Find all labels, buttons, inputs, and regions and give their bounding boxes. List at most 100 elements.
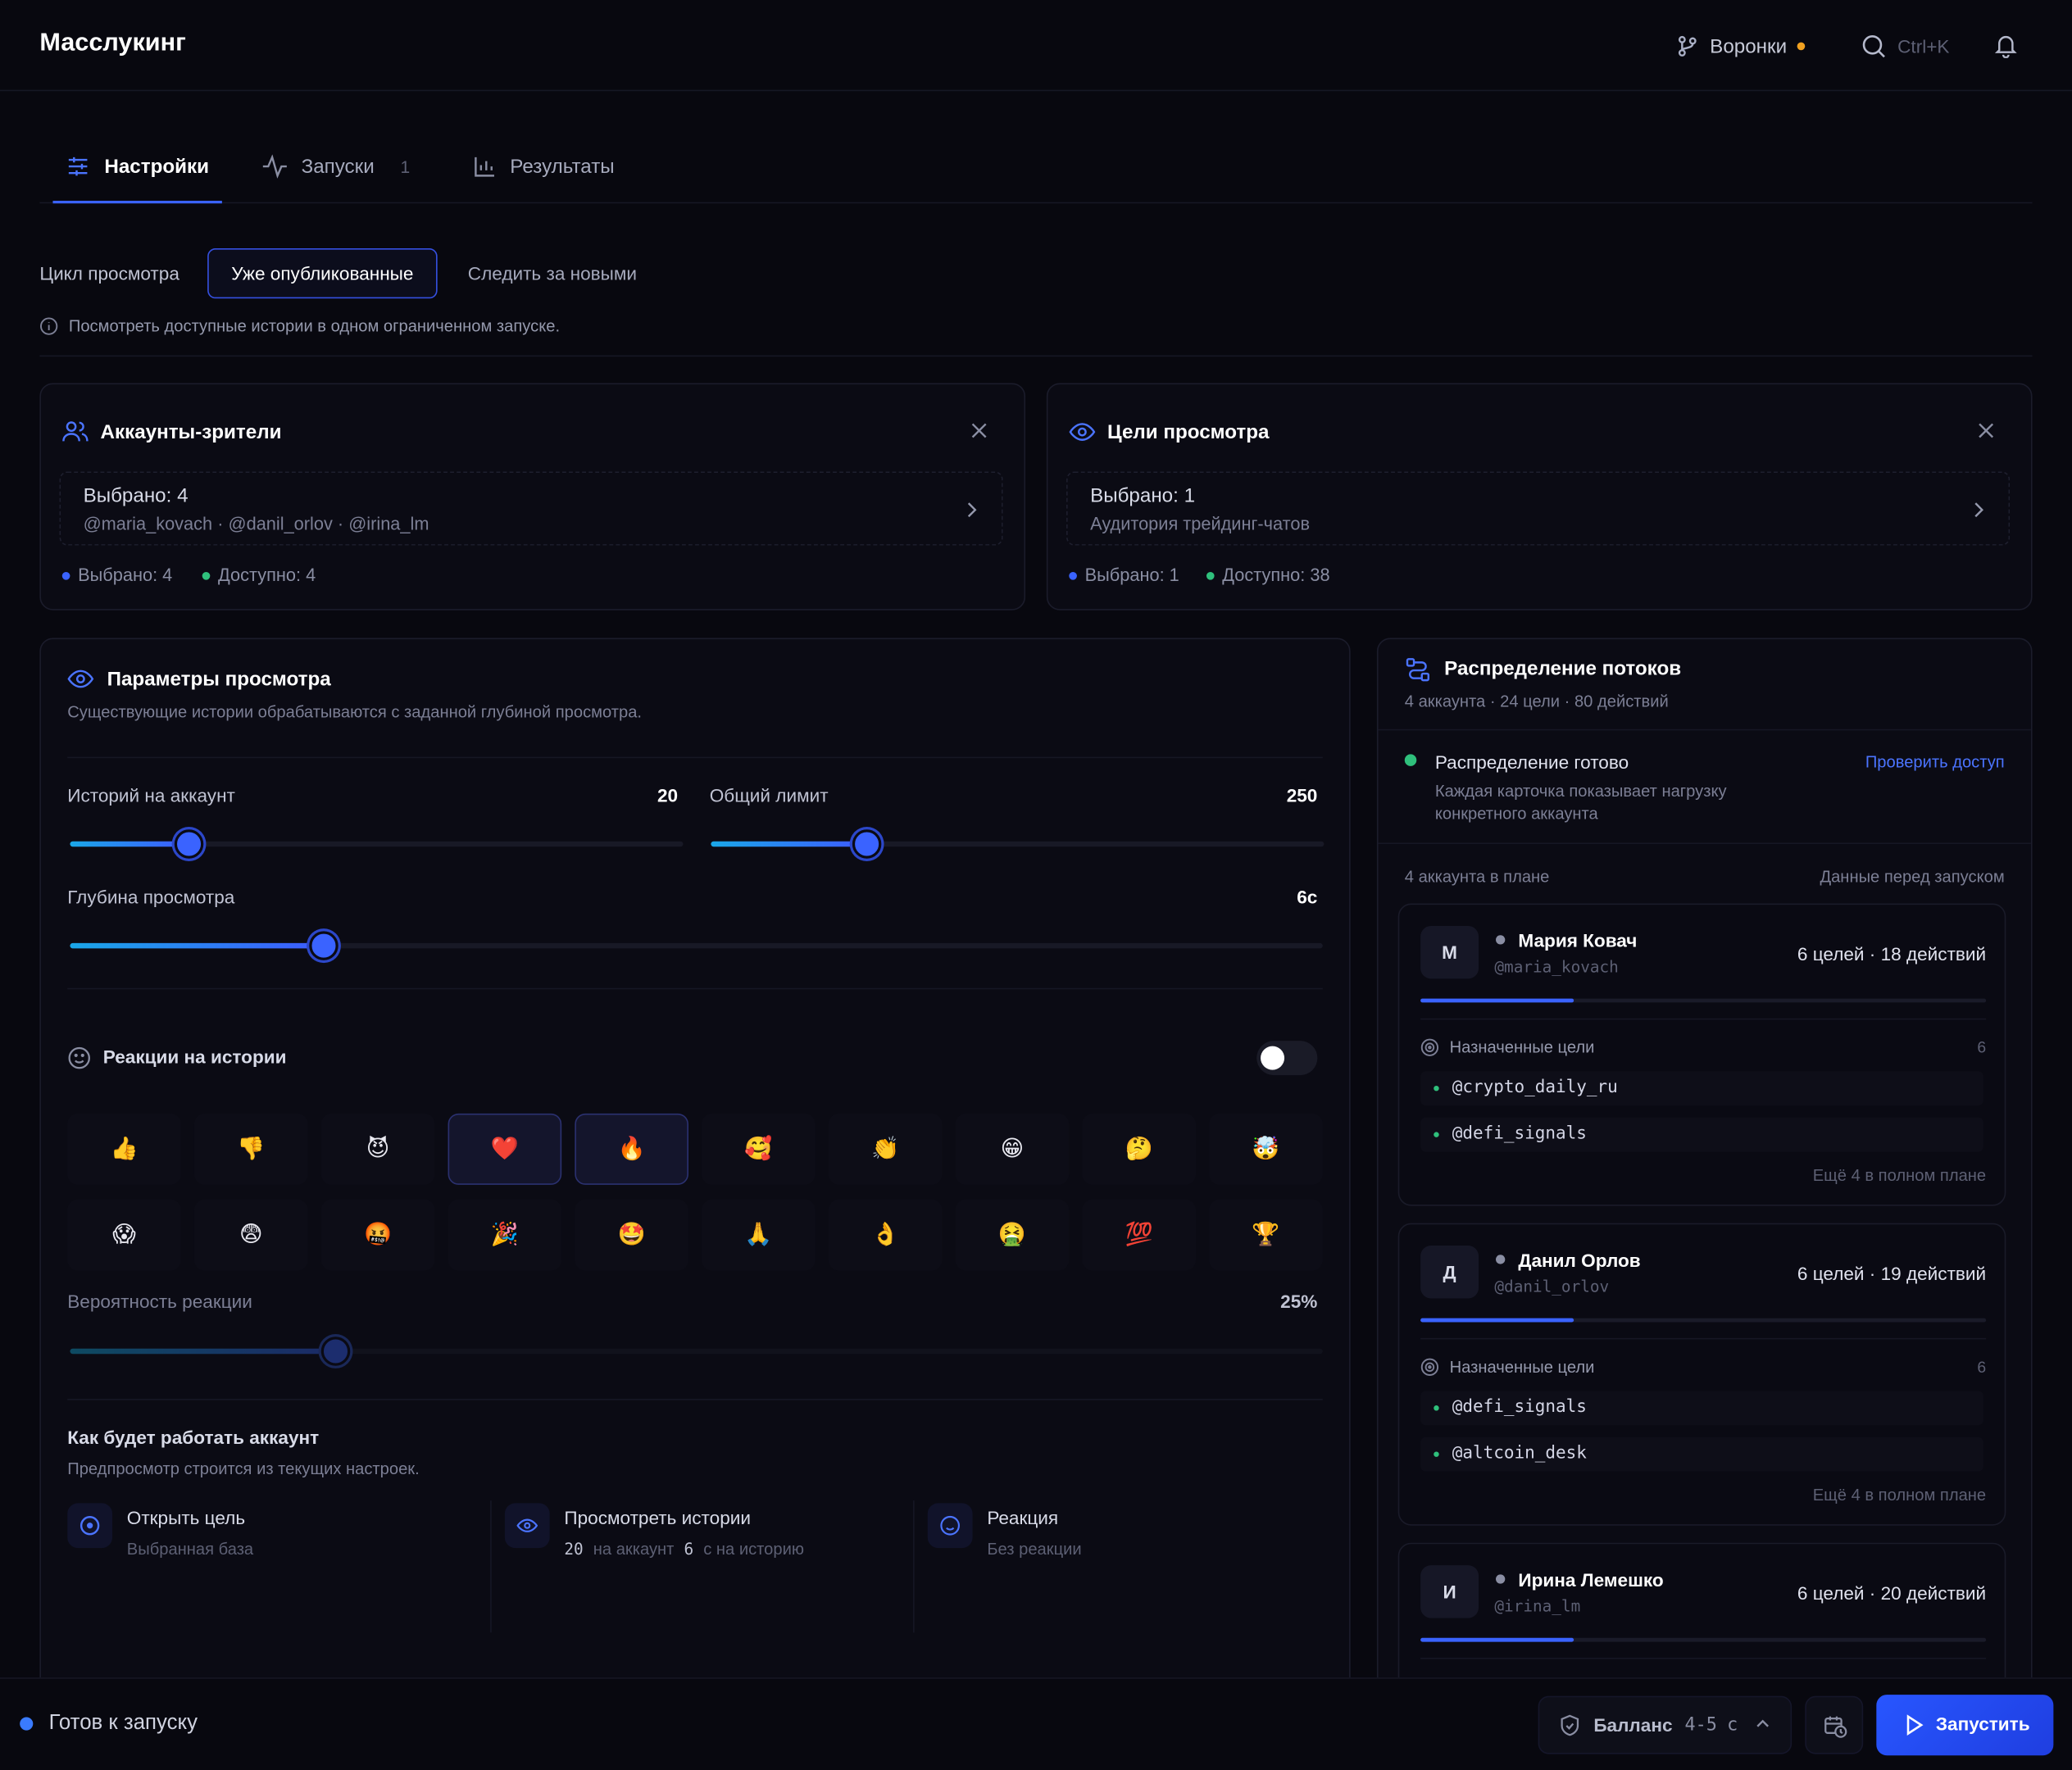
eye-icon (67, 669, 94, 690)
step-view-stories: Просмотреть истории 20 на аккаунт 6 с на… (504, 1500, 902, 1632)
target-icon (67, 1503, 113, 1549)
target-icon (1420, 1038, 1439, 1057)
preview-title: Как будет работать аккаунт (67, 1426, 320, 1448)
divider (1420, 1657, 1987, 1659)
emoji-option[interactable]: 🎉 (448, 1199, 562, 1271)
probability-value: 25% (1280, 1290, 1318, 1312)
tab-settings[interactable]: Настройки (52, 151, 222, 204)
distribution-title: Распределение потоков (1444, 657, 1682, 681)
avatar: И (1420, 1565, 1479, 1618)
emoji-glyph: 🔥 (617, 1136, 646, 1163)
step-detail: 20 на аккаунт 6 с на историю (564, 1540, 804, 1559)
params-panel: Параметры просмотра Существующие истории… (39, 638, 1351, 1695)
viewers-selector[interactable]: Выбрано: 4 @maria_kovach · @danil_orlov … (59, 471, 1003, 546)
slider-thumb[interactable] (320, 1337, 351, 1366)
emoji-option[interactable]: 🏆 (1209, 1199, 1323, 1271)
stories-per-account-slider[interactable] (70, 829, 684, 859)
cycle-label: Цикл просмотра (39, 262, 179, 284)
emoji-option[interactable]: 🤩 (575, 1199, 688, 1271)
emoji-option[interactable]: 👍 (67, 1113, 181, 1185)
footer-status: Готов к запуску (48, 1712, 198, 1735)
emoji-option[interactable]: 💯 (1082, 1199, 1197, 1271)
slider-thumb[interactable] (309, 931, 339, 960)
reactions-toggle[interactable] (1256, 1041, 1318, 1076)
bell-icon[interactable] (1992, 32, 2019, 58)
bar-chart-icon (473, 155, 497, 179)
app-title: Масслукинг (39, 29, 186, 57)
step-sub: Выбранная база (126, 1540, 254, 1559)
close-icon[interactable] (1977, 421, 1996, 440)
emoji-option[interactable]: 🤬 (320, 1199, 435, 1271)
target-icon (1420, 1358, 1439, 1377)
emoji-option[interactable]: ❤️ (448, 1113, 562, 1185)
viewers-selected-text: Выбрано: 4 (83, 484, 189, 507)
params-subtitle: Существующие истории обрабатываются с за… (67, 702, 643, 722)
emoji-option[interactable]: 🤔 (1082, 1113, 1197, 1185)
emoji-option[interactable]: 👌 (828, 1199, 943, 1271)
viewers-stat-available: Доступно: 4 (202, 565, 316, 585)
play-icon (1906, 1714, 1924, 1736)
emoji-option[interactable]: 🤯 (1209, 1113, 1323, 1185)
schedule-button[interactable] (1805, 1695, 1864, 1754)
tab-results[interactable]: Результаты (470, 151, 643, 203)
emoji-option[interactable]: 🥰 (702, 1113, 816, 1185)
emoji-option[interactable]: 👎 (193, 1113, 308, 1185)
emoji-glyph: ❤️ (490, 1136, 519, 1163)
account-handle: @irina_lm (1494, 1596, 1581, 1616)
probability-label: Вероятность реакции (67, 1290, 252, 1312)
cycle-option-published[interactable]: Уже опубликованные (207, 248, 438, 299)
emoji-option[interactable]: 😱 (67, 1199, 181, 1271)
emoji-glyph: 😨 (239, 1222, 263, 1249)
account-card[interactable]: Д Данил Орлов @danil_orlov 6 целей · 19 … (1397, 1223, 2006, 1526)
account-handle: @danil_orlov (1494, 1277, 1610, 1296)
emoji-option[interactable]: 😁 (955, 1113, 1070, 1185)
divider (39, 355, 2033, 357)
funnels-status-dot (1797, 42, 1806, 51)
funnels-button[interactable]: Воронки (1675, 32, 1806, 61)
eye-icon (504, 1503, 550, 1549)
launch-button[interactable]: Запустить (1876, 1695, 2054, 1756)
total-limit-slider[interactable] (711, 829, 1325, 859)
close-icon[interactable] (970, 421, 988, 440)
flows-icon (1405, 656, 1431, 683)
total-limit-label: Общий лимит (709, 784, 829, 806)
targets-stat-selected: Выбрано: 1 (1069, 565, 1179, 585)
divider (67, 756, 1323, 759)
slider-thumb[interactable] (174, 829, 204, 859)
balance-button[interactable]: Балланс 4-5 с (1538, 1695, 1793, 1754)
emoji-glyph: 😱 (112, 1222, 136, 1249)
account-stats: 6 целей · 19 действий (1797, 1262, 1987, 1284)
emoji-option[interactable]: 😈 (320, 1113, 435, 1185)
account-stats: 6 целей · 20 действий (1797, 1582, 1987, 1604)
step-title: Реакция (987, 1507, 1059, 1528)
divider (1420, 1337, 1987, 1340)
slider-thumb[interactable] (852, 829, 882, 859)
emoji-option[interactable]: 🔥 (575, 1113, 688, 1185)
targets-selector[interactable]: Выбрано: 1 Аудитория трейдинг-чатов (1066, 471, 2011, 546)
more-link[interactable]: Ещё 4 в полном плане (1729, 1166, 1986, 1185)
cycle-option-follow-new[interactable]: Следить за новыми (447, 248, 658, 298)
probability-slider[interactable] (70, 1337, 1323, 1366)
search-shortcut: Ctrl+K (1897, 35, 1950, 57)
account-name: Мария Ковач (1518, 929, 1638, 951)
account-handle: @maria_kovach (1494, 957, 1619, 977)
emoji-option[interactable]: 👏 (828, 1113, 943, 1185)
targets-panel: Цели просмотра Выбрано: 1 Аудитория трей… (1046, 383, 2033, 610)
launch-label: Запустить (1935, 1713, 2030, 1735)
emoji-option[interactable]: 🤮 (955, 1199, 1070, 1271)
check-access-link[interactable]: Проверить доступ (1837, 753, 2005, 772)
tab-runs[interactable]: Запуски 1 (259, 151, 431, 203)
load-bar (1420, 1318, 1987, 1323)
emoji-option[interactable]: 😨 (193, 1199, 308, 1271)
account-card[interactable]: М Мария Ковач @maria_kovach 6 целей · 18… (1397, 903, 2006, 1206)
emoji-glyph: 🎉 (490, 1222, 519, 1249)
step-title: Просмотреть истории (564, 1507, 751, 1528)
account-stats: 6 целей · 18 действий (1797, 942, 1987, 964)
depth-slider[interactable] (70, 931, 1323, 960)
load-fill (1420, 1637, 1574, 1642)
stories-per-account-label: Историй на аккаунт (67, 784, 235, 806)
search-button[interactable]: Ctrl+K (1861, 32, 1949, 61)
targets-count: 6 (1977, 1358, 1987, 1377)
emoji-option[interactable]: 🙏 (702, 1199, 816, 1271)
more-link[interactable]: Ещё 4 в полном плане (1729, 1486, 1986, 1504)
